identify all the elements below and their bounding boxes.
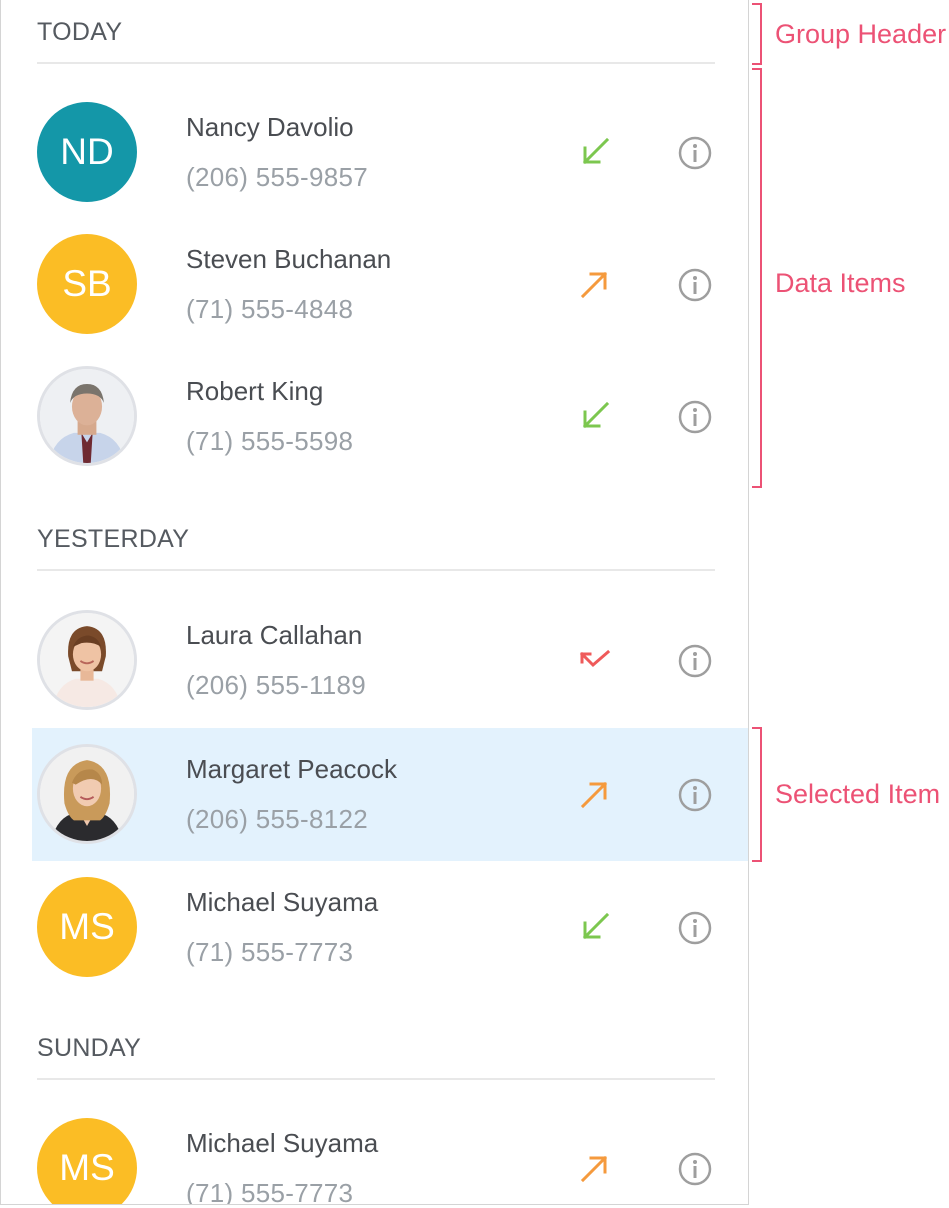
avatar-photo	[37, 744, 137, 844]
contact-phone: (206) 555-8122	[186, 804, 368, 834]
group-header-label: SUNDAY	[37, 1034, 142, 1062]
list-item-steven-buchanan[interactable]: SB Steven Buchanan (71) 555-4848	[1, 218, 748, 351]
contact-phone: (71) 555-4848	[186, 294, 354, 324]
annotation-data-items: Data Items	[775, 268, 906, 298]
avatar: SB	[37, 234, 137, 334]
arrow-up-right-icon	[579, 778, 611, 810]
list-item-robert-king[interactable]: Robert King (71) 555-5598	[1, 350, 748, 483]
group-header-label: TODAY	[37, 18, 123, 46]
contact-name: Laura Callahan	[186, 620, 363, 650]
annotation-bracket-data-items	[752, 68, 762, 488]
call-list: TODAY ND Nancy Davolio (206) 555-9857 SB…	[0, 0, 749, 1205]
annotation-bracket-selected-item	[752, 727, 762, 862]
group-header-yesterday: YESTERDAY	[37, 507, 715, 571]
avatar: MS	[37, 1118, 137, 1204]
info-icon[interactable]	[677, 267, 713, 303]
group-header-label: YESTERDAY	[37, 525, 190, 553]
group-header-today: TODAY	[37, 0, 715, 64]
list-item-michael-suyama[interactable]: MS Michael Suyama (71) 555-7773	[1, 861, 748, 994]
contact-name: Robert King	[186, 376, 324, 406]
info-icon[interactable]	[677, 643, 713, 679]
avatar-photo	[37, 366, 137, 466]
arrow-down-left-icon	[579, 911, 611, 943]
man-in-suit-photo	[40, 369, 134, 463]
info-icon[interactable]	[677, 777, 713, 813]
contact-phone: (206) 555-1189	[186, 670, 367, 700]
info-icon[interactable]	[677, 135, 713, 171]
contact-name: Michael Suyama	[186, 1128, 379, 1158]
info-icon[interactable]	[677, 399, 713, 435]
list-item-nancy-davolio[interactable]: ND Nancy Davolio (206) 555-9857	[1, 86, 748, 219]
arrow-down-left-icon	[579, 136, 611, 168]
arrow-down-left-icon	[579, 400, 611, 432]
contact-phone: (206) 555-9857	[186, 162, 368, 192]
blonde-woman-photo	[40, 747, 134, 841]
avatar-photo	[37, 610, 137, 710]
avatar: MS	[37, 877, 137, 977]
group-header-sunday: SUNDAY	[37, 1016, 715, 1080]
list-item-michael-suyama[interactable]: MS Michael Suyama (71) 555-7773	[1, 1102, 748, 1205]
info-icon[interactable]	[677, 910, 713, 946]
contact-phone: (71) 555-7773	[186, 937, 354, 967]
list-item-laura-callahan[interactable]: Laura Callahan (206) 555-1189	[1, 594, 748, 727]
contact-phone: (71) 555-5598	[186, 426, 354, 456]
contact-name: Margaret Peacock	[186, 754, 397, 784]
arrow-up-right-icon	[579, 268, 611, 300]
annotation-bracket-group-header	[752, 3, 762, 65]
arrow-up-right-icon	[579, 1152, 611, 1184]
avatar: ND	[37, 102, 137, 202]
list-item-margaret-peacock-selected[interactable]: Margaret Peacock (206) 555-8122	[32, 728, 748, 861]
contact-phone: (71) 555-7773	[186, 1178, 354, 1205]
contact-name: Nancy Davolio	[186, 112, 354, 142]
info-icon[interactable]	[677, 1151, 713, 1187]
contact-name: Michael Suyama	[186, 887, 379, 917]
missed-call-icon	[579, 644, 611, 676]
woman-smiling-photo	[40, 613, 134, 707]
annotation-selected-item: Selected Item	[775, 779, 941, 809]
contact-name: Steven Buchanan	[186, 244, 392, 274]
annotation-group-header: Group Header	[775, 19, 947, 49]
